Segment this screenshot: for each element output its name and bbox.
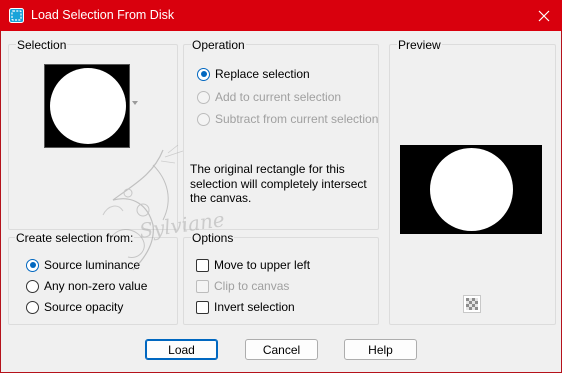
checkbox-indicator (196, 258, 209, 272)
thumbnail-circle (50, 68, 126, 144)
window-title: Load Selection From Disk (31, 8, 175, 22)
move-upper-left-label: Move to upper left (214, 258, 311, 272)
preview-image (400, 145, 542, 234)
any-nonzero-label: Any non-zero value (44, 279, 148, 293)
invert-selection-checkbox[interactable]: Invert selection (196, 300, 295, 314)
add-to-selection-radio[interactable]: Add to current selection (197, 90, 341, 104)
add-to-selection-label: Add to current selection (215, 90, 342, 104)
close-button[interactable] (526, 0, 562, 31)
preview-circle (430, 148, 513, 231)
thumbnail-dropdown-icon[interactable] (132, 101, 138, 105)
create-from-group-label: Create selection from: (15, 231, 135, 245)
checkbox-indicator (196, 300, 209, 314)
preview-group-label: Preview (397, 38, 442, 52)
radio-indicator (197, 90, 210, 104)
subtract-from-selection-radio[interactable]: Subtract from current selection (197, 112, 378, 126)
options-group-label: Options (191, 231, 235, 245)
radio-indicator (197, 67, 210, 81)
dialog-body: Selection Operation Replace selection Ad… (0, 31, 562, 373)
selection-thumbnail[interactable] (44, 64, 130, 148)
source-luminance-label: Source luminance (44, 258, 141, 272)
selection-icon (9, 8, 24, 23)
replace-selection-label: Replace selection (215, 67, 310, 81)
checkerboard-glyph (466, 298, 478, 310)
subtract-from-selection-label: Subtract from current selection (215, 112, 379, 126)
clip-to-canvas-checkbox[interactable]: Clip to canvas (196, 279, 289, 293)
transparency-grid-icon[interactable] (463, 295, 481, 313)
source-opacity-radio[interactable]: Source opacity (26, 300, 123, 314)
radio-indicator (197, 112, 210, 126)
operation-group-label: Operation (191, 38, 246, 52)
help-button[interactable]: Help (344, 339, 417, 360)
move-upper-left-checkbox[interactable]: Move to upper left (196, 258, 310, 272)
invert-selection-label: Invert selection (214, 300, 295, 314)
radio-indicator (26, 300, 39, 314)
replace-selection-radio[interactable]: Replace selection (197, 67, 310, 81)
any-nonzero-radio[interactable]: Any non-zero value (26, 279, 147, 293)
cancel-button[interactable]: Cancel (245, 339, 318, 360)
checkbox-indicator (196, 279, 209, 293)
load-button[interactable]: Load (145, 339, 218, 360)
radio-indicator (26, 258, 39, 272)
title-bar: Load Selection From Disk (0, 0, 562, 31)
clip-to-canvas-label: Clip to canvas (214, 279, 290, 293)
selection-group-label: Selection (16, 38, 68, 52)
source-opacity-label: Source opacity (44, 300, 124, 314)
source-luminance-radio[interactable]: Source luminance (26, 258, 140, 272)
close-icon (538, 10, 550, 21)
operation-info-text: The original rectangle for this selectio… (190, 162, 367, 205)
radio-indicator (26, 279, 39, 293)
